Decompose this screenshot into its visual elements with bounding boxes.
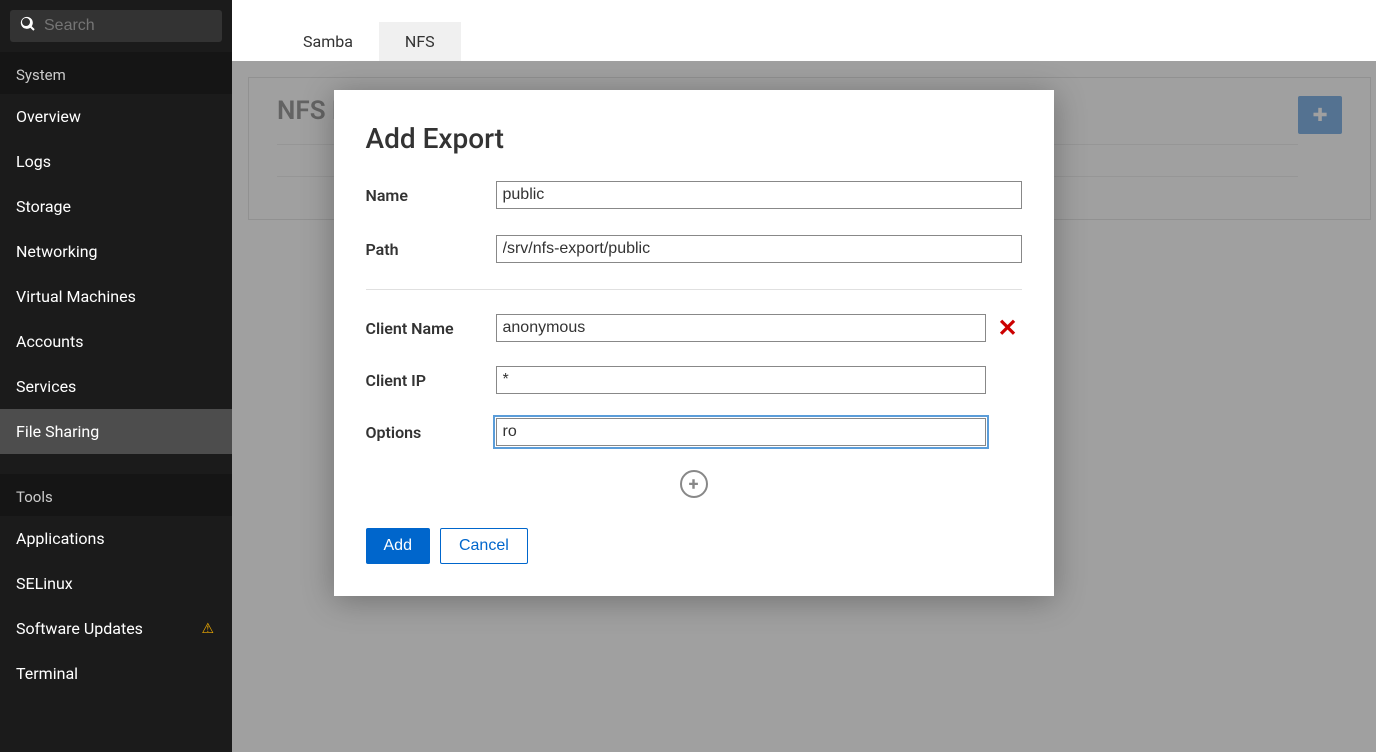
plus-icon: + [689, 474, 699, 495]
sidebar-section-tools: Tools [0, 474, 232, 516]
add-export-modal: Add Export Name Path Client Name ✕ Clien… [334, 90, 1054, 596]
client-ip-field[interactable] [496, 366, 986, 394]
sidebar-item-software-updates[interactable]: Software Updates ⚠ [0, 606, 232, 651]
close-icon: ✕ [997, 314, 1017, 342]
sidebar-item-label: Storage [16, 197, 71, 216]
sidebar-item-label: File Sharing [16, 422, 99, 441]
sidebar-item-storage[interactable]: Storage [0, 184, 232, 229]
options-label: Options [366, 423, 486, 442]
modal-footer: Add Cancel [366, 528, 1022, 564]
tab-nfs[interactable]: NFS [379, 22, 461, 61]
sidebar-item-label: Logs [16, 152, 51, 171]
modal-title: Add Export [366, 122, 1022, 155]
sidebar-item-services[interactable]: Services [0, 364, 232, 409]
warning-icon: ⚠ [201, 621, 214, 637]
path-label: Path [366, 240, 486, 259]
tab-samba[interactable]: Samba [277, 22, 379, 61]
sidebar-item-logs[interactable]: Logs [0, 139, 232, 184]
client-block: Client Name ✕ Client IP Options [366, 314, 1022, 446]
sidebar-item-label: Terminal [16, 664, 78, 683]
name-field[interactable] [496, 181, 1022, 209]
sidebar-item-file-sharing[interactable]: File Sharing [0, 409, 232, 454]
sidebar-item-label: Software Updates [16, 619, 143, 638]
divider [366, 289, 1022, 290]
sidebar-item-label: Applications [16, 529, 105, 548]
cancel-button[interactable]: Cancel [440, 528, 528, 564]
sidebar-item-label: Virtual Machines [16, 287, 136, 306]
sidebar-item-label: SELinux [16, 574, 73, 593]
search-box[interactable] [10, 10, 222, 42]
sidebar-item-selinux[interactable]: SELinux [0, 561, 232, 606]
sidebar-item-label: Accounts [16, 332, 83, 351]
options-field[interactable] [496, 418, 986, 446]
sidebar-item-terminal[interactable]: Terminal [0, 651, 232, 696]
sidebar-item-overview[interactable]: Overview [0, 94, 232, 139]
sidebar-item-label: Services [16, 377, 76, 396]
search-icon [20, 16, 36, 36]
name-label: Name [366, 186, 486, 205]
client-ip-label: Client IP [366, 371, 486, 390]
sidebar-item-virtual-machines[interactable]: Virtual Machines [0, 274, 232, 319]
search-input[interactable] [44, 17, 251, 35]
sidebar: System Overview Logs Storage Networking … [0, 0, 232, 752]
search-wrap [0, 0, 232, 52]
sidebar-item-label: Overview [16, 107, 81, 126]
sidebar-section-system: System [0, 52, 232, 94]
remove-client-button[interactable]: ✕ [996, 314, 1020, 342]
client-name-label: Client Name [366, 319, 486, 338]
add-client-button[interactable]: + [680, 470, 708, 498]
client-name-field[interactable] [496, 314, 986, 342]
sidebar-item-applications[interactable]: Applications [0, 516, 232, 561]
sidebar-item-label: Networking [16, 242, 98, 261]
tabs: Samba NFS [232, 0, 1387, 61]
path-field[interactable] [496, 235, 1022, 263]
add-button[interactable]: Add [366, 528, 430, 564]
sidebar-item-accounts[interactable]: Accounts [0, 319, 232, 364]
sidebar-item-networking[interactable]: Networking [0, 229, 232, 274]
